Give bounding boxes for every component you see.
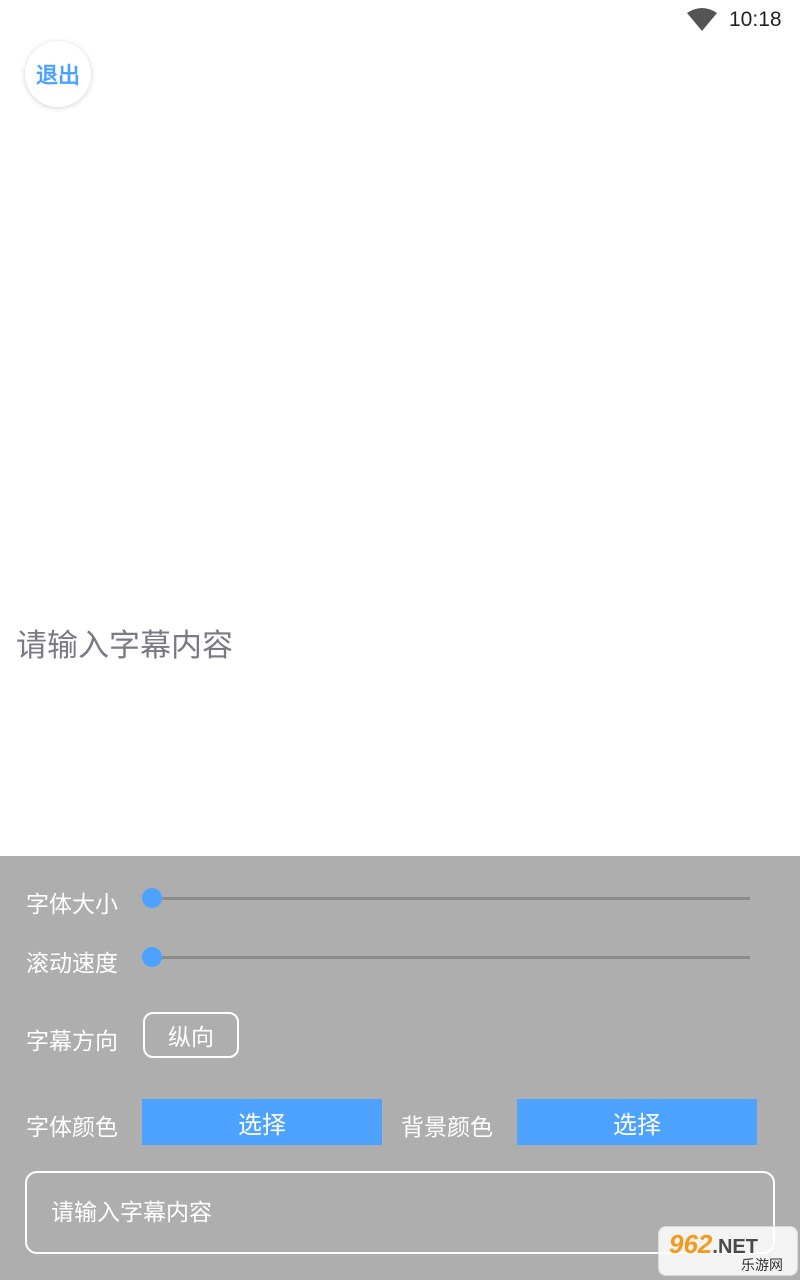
status-bar: 10:18 [0,0,800,40]
exit-button[interactable]: 退出 [25,41,91,107]
font-color-select-button[interactable]: 选择 [142,1099,382,1145]
font-size-slider-thumb[interactable] [142,888,162,908]
bg-color-label: 背景颜色 [401,1115,493,1141]
status-time: 10:18 [729,8,782,31]
font-size-slider-track [152,897,750,900]
font-size-label: 字体大小 [26,892,118,918]
subtitle-preview: 请输入字幕内容 [16,628,233,664]
scroll-speed-label: 滚动速度 [26,951,118,977]
bg-color-select-button[interactable]: 选择 [517,1099,757,1145]
scroll-speed-slider-thumb[interactable] [142,947,162,967]
direction-button[interactable]: 纵向 [143,1012,239,1058]
watermark-sub: 乐游网 [741,1258,783,1274]
settings-panel: 字体大小 滚动速度 字幕方向 纵向 字体颜色 选择 背景颜色 选择 [0,856,800,1280]
wifi-icon [687,8,717,31]
scroll-speed-slider[interactable] [142,945,750,969]
watermark-logo: 962.NET 乐游网 [658,1226,798,1276]
scroll-speed-slider-track [152,956,750,959]
font-size-slider[interactable] [142,886,750,910]
watermark-brand-number: 962 [669,1229,713,1259]
font-color-label: 字体颜色 [26,1115,118,1141]
direction-label: 字幕方向 [26,1029,118,1055]
